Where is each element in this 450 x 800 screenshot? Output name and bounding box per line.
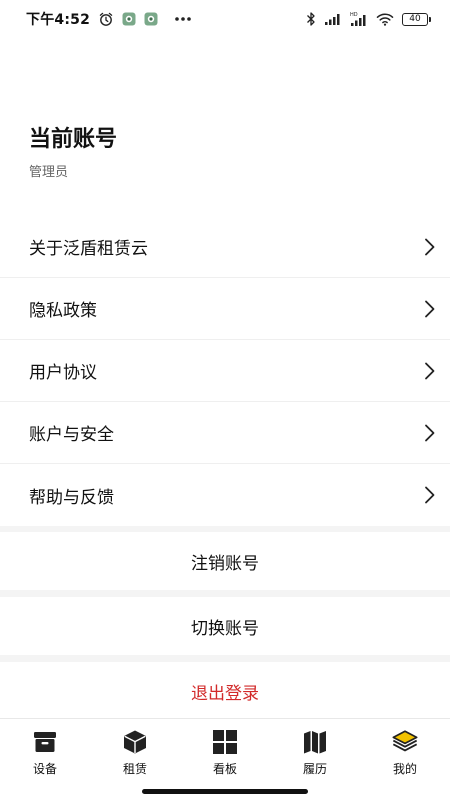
bottom-tab-bar: 设备 租赁 看板 履历 我的 (0, 718, 450, 783)
chevron-right-icon (424, 299, 436, 319)
menu-item-account-security[interactable]: 账户与安全 (0, 402, 450, 464)
chevron-right-icon (424, 423, 436, 443)
more-icon (174, 16, 192, 22)
archive-box-icon (31, 728, 59, 756)
account-role: 管理员 (29, 165, 69, 180)
tab-devices[interactable]: 设备 (0, 719, 90, 783)
tab-label: 设备 (32, 762, 57, 776)
chevron-right-icon (424, 485, 436, 505)
menu-item-help-feedback[interactable]: 帮助与反馈 (0, 464, 450, 526)
tab-history[interactable]: 履历 (270, 719, 360, 783)
signal-icon (324, 12, 342, 26)
account-title: 当前账号 (29, 127, 118, 152)
tab-label: 看板 (212, 762, 237, 776)
chevron-right-icon (424, 361, 436, 381)
battery-level: 40 (409, 13, 421, 24)
switch-account-button[interactable]: 切换账号 (0, 597, 450, 655)
logout-button[interactable]: 退出登录 (0, 662, 450, 720)
tab-dashboard[interactable]: 看板 (180, 719, 270, 783)
menu-item-privacy-policy[interactable]: 隐私政策 (0, 278, 450, 340)
map-icon (301, 728, 329, 756)
bluetooth-icon (306, 11, 316, 27)
menu-item-label: 隐私政策 (29, 301, 97, 321)
wifi-icon (376, 12, 394, 26)
menu-item-about[interactable]: 关于泛盾租赁云 (0, 216, 450, 278)
grid-icon (211, 728, 239, 756)
settings-menu-list: 关于泛盾租赁云 隐私政策 用户协议 账户与安全 帮助与反馈 (0, 216, 450, 526)
alarm-icon (98, 11, 114, 27)
tab-label: 履历 (302, 762, 327, 776)
status-bar-right: HD 40 (306, 11, 431, 27)
signal-hd-icon: HD (350, 11, 368, 27)
tab-mine[interactable]: 我的 (360, 719, 450, 783)
menu-item-label: 帮助与反馈 (29, 487, 114, 508)
menu-item-label: 用户协议 (29, 363, 97, 383)
status-time: 下午4:52 (26, 12, 91, 28)
home-indicator[interactable] (142, 789, 308, 794)
tab-label: 租赁 (122, 762, 147, 776)
app-notification-icon (144, 12, 158, 26)
tab-label: 我的 (392, 762, 417, 776)
battery-icon: 40 (402, 12, 431, 26)
deregister-account-button[interactable]: 注销账号 (0, 532, 450, 590)
menu-item-user-agreement[interactable]: 用户协议 (0, 340, 450, 402)
account-actions: 注销账号 切换账号 退出登录 (0, 526, 450, 720)
tab-rental[interactable]: 租赁 (90, 719, 180, 783)
app-notification-icon (122, 12, 136, 26)
cube-icon (121, 728, 149, 756)
menu-item-label: 关于泛盾租赁云 (29, 239, 148, 259)
status-bar: 下午4:52 HD 40 (0, 0, 450, 38)
svg-text:HD: HD (350, 12, 358, 18)
layers-icon (391, 728, 419, 756)
menu-item-label: 账户与安全 (29, 425, 114, 445)
chevron-right-icon (424, 237, 436, 257)
status-bar-left: 下午4:52 (26, 9, 192, 29)
